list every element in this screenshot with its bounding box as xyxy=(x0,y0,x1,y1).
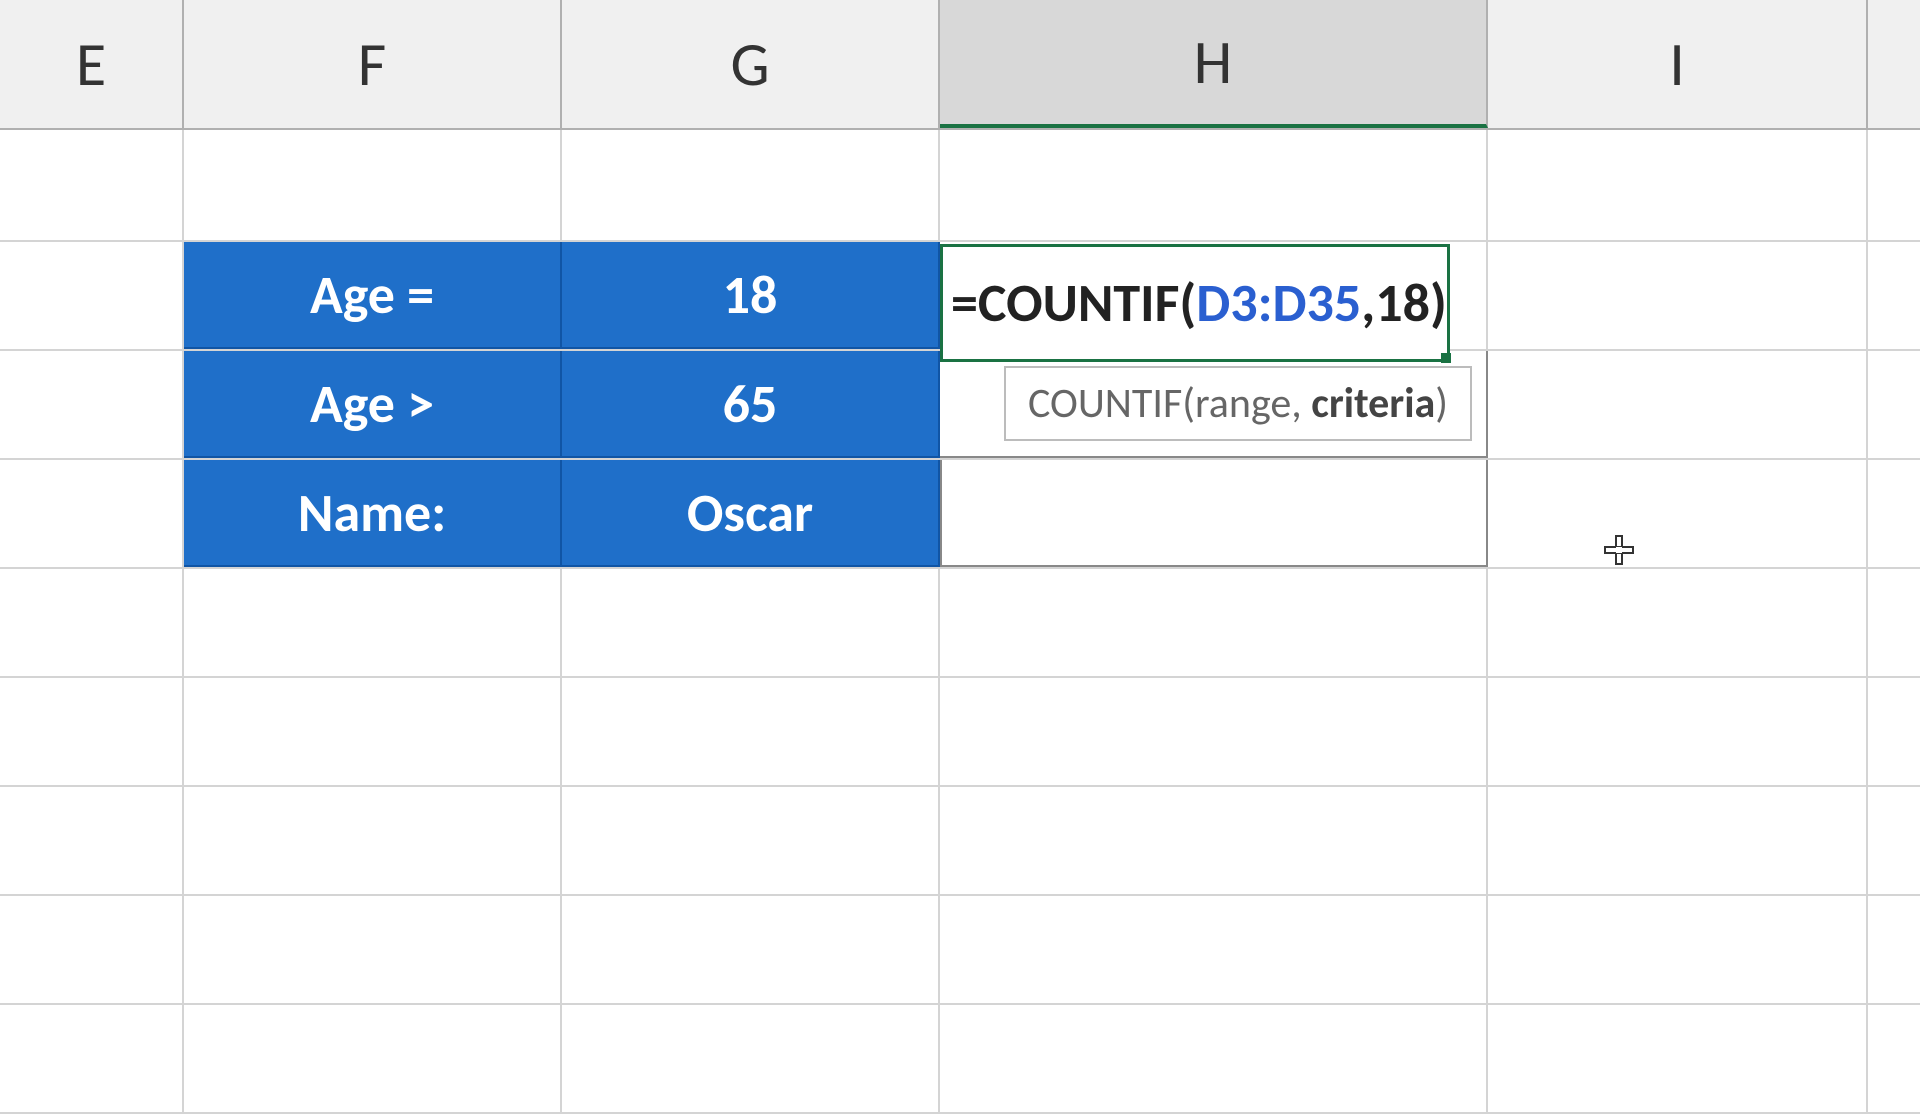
cell-F8[interactable] xyxy=(184,896,562,1003)
cell-I3[interactable] xyxy=(1488,351,1868,458)
cell-H1[interactable] xyxy=(940,130,1488,240)
row-7 xyxy=(0,787,1920,896)
cell-J3[interactable] xyxy=(1868,351,1920,458)
cell-H4[interactable] xyxy=(940,460,1488,567)
row-1 xyxy=(0,130,1920,242)
cell-G9[interactable] xyxy=(562,1005,940,1112)
column-header-H[interactable]: H xyxy=(940,0,1488,128)
row-9 xyxy=(0,1005,1920,1114)
cell-G5[interactable] xyxy=(562,569,940,676)
cell-E6[interactable] xyxy=(0,678,184,785)
cell-I6[interactable] xyxy=(1488,678,1868,785)
value-age-greater[interactable]: 65 xyxy=(562,351,940,458)
cell-I2[interactable] xyxy=(1488,242,1868,349)
column-header-I[interactable]: I xyxy=(1488,0,1868,128)
tooltip-arg-range[interactable]: range xyxy=(1195,378,1291,429)
formula-close-paren: ) xyxy=(1430,270,1447,336)
formula-function-name: COUNTIF xyxy=(978,270,1179,336)
cell-F6[interactable] xyxy=(184,678,562,785)
tooltip-arg-criteria[interactable]: criteria xyxy=(1311,378,1435,429)
tooltip-close: ) xyxy=(1435,378,1448,429)
cell-E5[interactable] xyxy=(0,569,184,676)
formula-edit-cell[interactable]: =COUNTIF(D3:D35,18) xyxy=(940,244,1450,362)
cell-E8[interactable] xyxy=(0,896,184,1003)
value-name[interactable]: Oscar xyxy=(562,460,940,567)
cell-I8[interactable] xyxy=(1488,896,1868,1003)
cell-J8[interactable] xyxy=(1868,896,1920,1003)
tooltip-open: ( xyxy=(1182,378,1195,429)
cell-I4[interactable] xyxy=(1488,460,1868,567)
tooltip-sep: , xyxy=(1291,378,1311,429)
cell-I9[interactable] xyxy=(1488,1005,1868,1112)
row-3: Age > 65 xyxy=(0,351,1920,460)
row-6 xyxy=(0,678,1920,787)
cell-J5[interactable] xyxy=(1868,569,1920,676)
cell-G8[interactable] xyxy=(562,896,940,1003)
cell-J2[interactable] xyxy=(1868,242,1920,349)
formula-comma: , xyxy=(1361,270,1375,336)
formula-criteria-arg: 18 xyxy=(1375,270,1430,336)
cell-J6[interactable] xyxy=(1868,678,1920,785)
tooltip-fn: COUNTIF xyxy=(1028,378,1182,429)
value-age-equals[interactable]: 18 xyxy=(562,242,940,349)
column-header-G[interactable]: G xyxy=(562,0,940,128)
cell-E1[interactable] xyxy=(0,130,184,240)
cell-I5[interactable] xyxy=(1488,569,1868,676)
cell-G7[interactable] xyxy=(562,787,940,894)
label-age-equals[interactable]: Age = xyxy=(184,242,562,349)
label-age-greater[interactable]: Age > xyxy=(184,351,562,458)
column-header-E[interactable]: E xyxy=(0,0,184,128)
cell-J9[interactable] xyxy=(1868,1005,1920,1112)
formula-range-arg: D3:D35 xyxy=(1196,270,1361,336)
cell-H6[interactable] xyxy=(940,678,1488,785)
cell-E9[interactable] xyxy=(0,1005,184,1112)
cell-F1[interactable] xyxy=(184,130,562,240)
cell-H5[interactable] xyxy=(940,569,1488,676)
label-name[interactable]: Name: xyxy=(184,460,562,567)
column-header-F[interactable]: F xyxy=(184,0,562,128)
cell-H7[interactable] xyxy=(940,787,1488,894)
cell-F7[interactable] xyxy=(184,787,562,894)
cell-J7[interactable] xyxy=(1868,787,1920,894)
cell-J4[interactable] xyxy=(1868,460,1920,567)
column-headers-row: E F G H I xyxy=(0,0,1920,130)
formula-open-paren: ( xyxy=(1179,270,1196,336)
formula-equals: = xyxy=(951,270,978,336)
cell-F5[interactable] xyxy=(184,569,562,676)
formula-tooltip: COUNTIF(range, criteria) xyxy=(1004,366,1472,441)
cell-I7[interactable] xyxy=(1488,787,1868,894)
cell-I1[interactable] xyxy=(1488,130,1868,240)
fill-handle[interactable] xyxy=(1441,353,1451,363)
cell-H8[interactable] xyxy=(940,896,1488,1003)
cell-G6[interactable] xyxy=(562,678,940,785)
cell-select-cursor-icon xyxy=(1603,534,1635,566)
cell-J1[interactable] xyxy=(1868,130,1920,240)
cell-E7[interactable] xyxy=(0,787,184,894)
cell-F9[interactable] xyxy=(184,1005,562,1112)
cell-E2[interactable] xyxy=(0,242,184,349)
cell-E3[interactable] xyxy=(0,351,184,458)
cell-E4[interactable] xyxy=(0,460,184,567)
row-8 xyxy=(0,896,1920,1005)
column-header-next[interactable] xyxy=(1868,0,1920,128)
cell-G1[interactable] xyxy=(562,130,940,240)
row-5 xyxy=(0,569,1920,678)
cell-H9[interactable] xyxy=(940,1005,1488,1112)
